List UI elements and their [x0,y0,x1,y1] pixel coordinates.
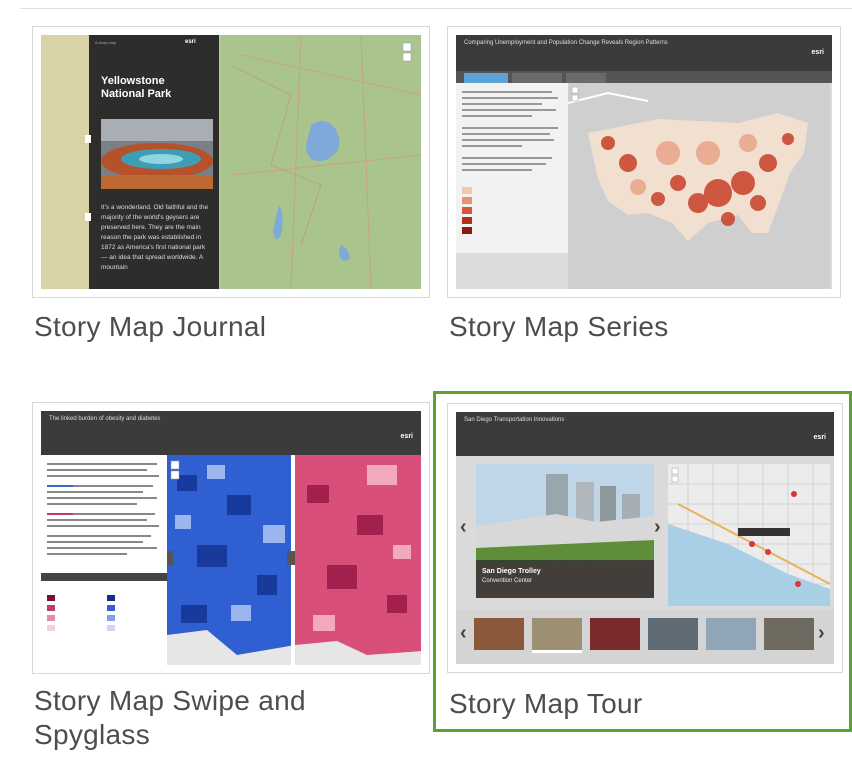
swipe-title: The linked burden of obesity and diabete… [49,416,161,422]
tour-title: San Diego Transportation Innovations [464,417,565,423]
journal-brand: esri [185,39,196,45]
series-side-lines [462,91,558,234]
gallery-card-swipe[interactable]: The linked burden of obesity and diabete… [32,402,430,762]
series-us-map [568,83,830,289]
gallery-card-journal[interactable]: A story map esri Yellowstone National Pa… [32,26,430,376]
tour-carousel-thumb[interactable] [648,618,698,650]
tour-brand: esri [813,434,826,441]
series-brand: esri [811,49,824,56]
card-label[interactable]: Story Map Swipe and Spyglass [34,684,414,752]
tour-carousel-thumb[interactable] [590,618,640,650]
series-tabs [456,71,832,83]
swipe-maps [167,455,421,665]
gallery-card-tour[interactable]: San Diego Transportation Innovations esr… [433,391,852,732]
journal-thumbnail[interactable]: A story map esri Yellowstone National Pa… [32,26,430,298]
tour-caption-sub: Convention Center [482,578,533,584]
tour-carousel-thumb[interactable] [706,618,756,650]
tour-carousel-thumb[interactable] [532,618,582,653]
swipe-side-text [41,455,167,665]
tour-thumbnail[interactable]: San Diego Transportation Innovations esr… [447,403,843,673]
tour-photo-prev-icon[interactable]: ‹ [460,516,467,539]
series-tab[interactable] [566,73,606,83]
journal-side-title: Yellowstone National Park [101,75,172,100]
tour-carousel: ‹ › [456,610,834,664]
tour-carousel-next-icon[interactable]: › [818,622,825,645]
series-tab[interactable] [512,73,562,83]
journal-next-icon[interactable] [85,213,91,221]
series-title: Comparing Unemployment and Population Ch… [464,40,668,46]
series-side-panel [456,83,568,253]
journal-side-text: It's a wonderland. Old faithful and the … [101,204,209,271]
tour-map [668,464,830,606]
tour-carousel-thumb[interactable] [764,618,814,650]
tour-photo-next-icon[interactable]: › [654,516,661,539]
journal-topbar: A story map [95,40,117,45]
card-label[interactable]: Story Map Journal [34,310,266,344]
top-divider [20,8,852,9]
journal-side-panel: A story map esri Yellowstone National Pa… [89,35,219,289]
swipe-thumbnail[interactable]: The linked burden of obesity and diabete… [32,402,430,674]
series-thumbnail[interactable]: Comparing Unemployment and Population Ch… [447,26,841,298]
swipe-header: The linked burden of obesity and diabete… [41,411,421,455]
gallery-card-series[interactable]: Comparing Unemployment and Population Ch… [447,26,843,376]
journal-geyser-photo [101,119,213,189]
card-label[interactable]: Story Map Series [449,310,669,344]
journal-prev-icon[interactable] [85,135,91,143]
card-label[interactable]: Story Map Tour [449,687,643,721]
series-tab-active[interactable] [464,73,508,83]
tour-header: San Diego Transportation Innovations esr… [456,412,834,456]
tour-carousel-thumb[interactable] [474,618,524,650]
series-header: Comparing Unemployment and Population Ch… [456,35,832,71]
tour-caption-title: San Diego Trolley [482,568,541,575]
tour-carousel-prev-icon[interactable]: ‹ [460,622,467,645]
swipe-brand: esri [400,433,413,440]
